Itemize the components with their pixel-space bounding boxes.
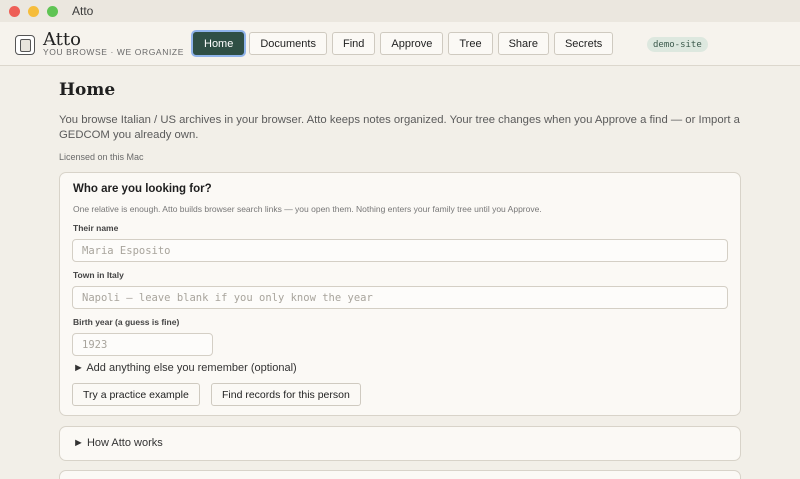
minimize-window-button[interactable] — [28, 5, 39, 17]
nav-documents-button[interactable]: Documents — [249, 32, 327, 55]
practice-example-button[interactable]: Try a practice example — [72, 383, 200, 406]
name-input[interactable]: Maria Esposito — [72, 239, 728, 262]
town-input[interactable]: Napoli — leave blank if you only know th… — [72, 286, 728, 309]
nav-share-button[interactable]: Share — [497, 32, 549, 55]
main-nav: Home Documents Find Approve Tree Share S… — [193, 32, 614, 55]
nav-tree-button[interactable]: Tree — [448, 32, 493, 55]
how-it-works-toggle[interactable]: ► How Atto works — [73, 437, 163, 449]
window-controls — [9, 5, 58, 17]
nav-find-button[interactable]: Find — [331, 32, 376, 55]
find-records-button[interactable]: Find records for this person — [211, 383, 361, 406]
site-badge: demo-site — [647, 37, 708, 52]
search-card: Who are you looking for? One relative is… — [59, 172, 741, 416]
app-header: Atto YOU BROWSE · WE ORGANIZE Home Docum… — [0, 22, 800, 66]
how-it-works-card: ► How Atto works — [59, 426, 741, 461]
page-title: Home — [59, 80, 116, 100]
birth-year-input[interactable]: 1923 — [72, 333, 213, 356]
license-status: Licensed on this Mac — [59, 152, 144, 162]
brand-tagline: YOU BROWSE · WE ORGANIZE — [43, 47, 184, 57]
nav-home-button[interactable]: Home — [193, 32, 245, 55]
page-intro: You browse Italian / US archives in your… — [59, 114, 740, 141]
next-card — [59, 470, 741, 479]
search-card-subtitle: One relative is enough. Atto builds brow… — [73, 204, 542, 214]
town-label: Town in Italy — [73, 270, 124, 280]
window-titlebar: Atto — [0, 0, 800, 22]
close-window-button[interactable] — [9, 5, 20, 17]
search-card-title: Who are you looking for? — [73, 183, 212, 195]
birth-year-label: Birth year (a guess is fine) — [73, 317, 180, 327]
more-details-toggle[interactable]: ► Add anything else you remember (option… — [73, 362, 297, 374]
window-title: Atto — [72, 4, 94, 18]
name-label: Their name — [73, 223, 119, 233]
nav-approve-button[interactable]: Approve — [380, 32, 444, 55]
zoom-window-button[interactable] — [47, 5, 58, 17]
nav-secrets-button[interactable]: Secrets — [553, 32, 614, 55]
app-logo-icon — [15, 35, 35, 55]
